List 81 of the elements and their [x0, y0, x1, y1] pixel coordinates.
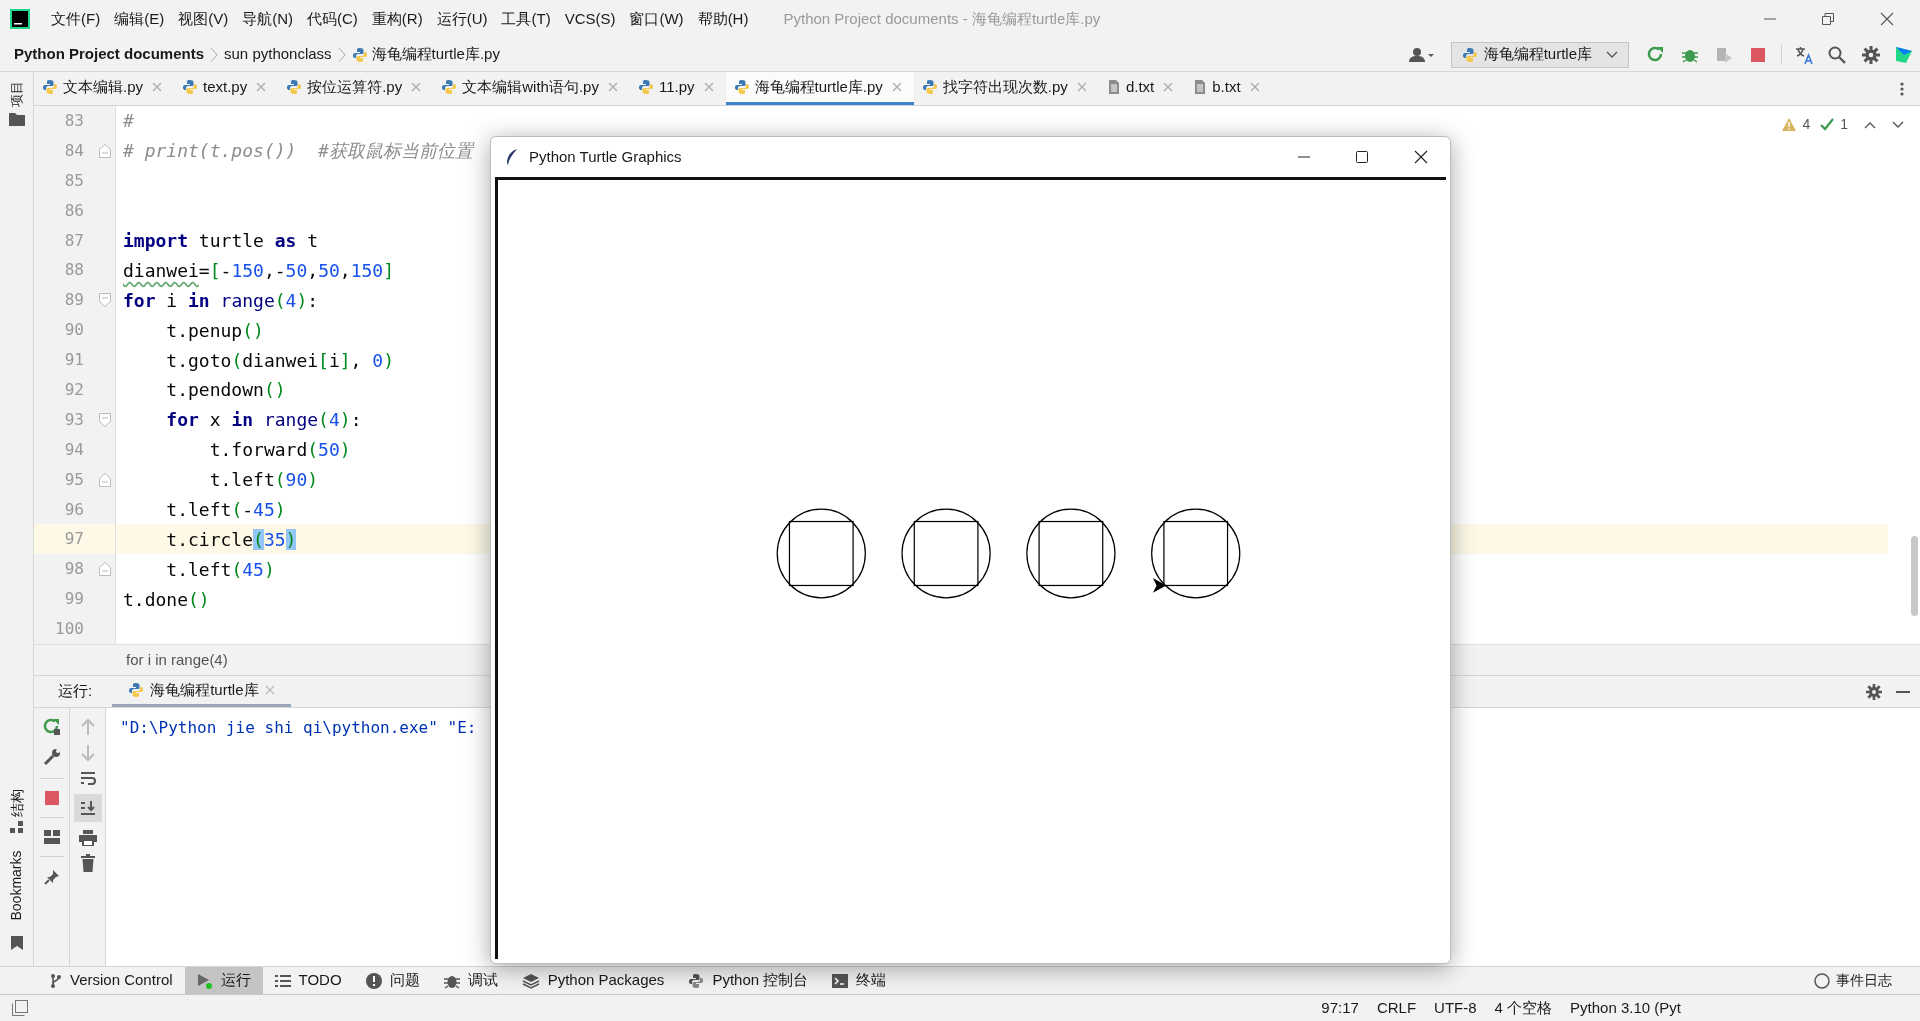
menu-item[interactable]: 编辑(E): [107, 7, 172, 31]
line-number: 84: [63, 139, 84, 162]
code-line: t.done(): [123, 587, 210, 612]
menu-item[interactable]: 运行(U): [429, 7, 495, 31]
code-line: for x in range(4):: [165, 408, 362, 433]
tool-window-button[interactable]: 调试: [431, 967, 510, 994]
passed-count[interactable]: 1: [1840, 114, 1848, 135]
code-line: t.left(45): [165, 557, 275, 582]
code-line: t.goto(dianwei[i], 0): [165, 348, 394, 373]
line-number: 97: [63, 528, 84, 551]
menu-item[interactable]: VCS(S): [557, 7, 623, 31]
line-number: 86: [63, 199, 84, 222]
menu-item[interactable]: 代码(C): [300, 7, 365, 31]
line-number: 99: [63, 588, 84, 611]
code-line: t.circle(35): [165, 527, 297, 552]
code-breadcrumb[interactable]: for i in range(4): [126, 648, 228, 672]
breadcrumb-item[interactable]: 海龟编程turtle库.py: [371, 43, 500, 66]
status-item[interactable]: CRLF: [1367, 996, 1426, 1020]
editor-tab[interactable]: 文本编辑.py: [34, 72, 174, 105]
editor-tab[interactable]: 按位运算符.py: [278, 72, 434, 105]
menu-item[interactable]: 重构(R): [364, 7, 430, 31]
editor-tab[interactable]: 11.py: [629, 72, 726, 105]
line-number: 83: [63, 109, 84, 132]
line-number: 94: [63, 438, 84, 461]
warning-count[interactable]: 4: [1802, 114, 1811, 135]
code-line: t.forward(50): [208, 438, 351, 463]
code-comment: #: [123, 109, 134, 134]
code-comment: # print(t.pos()) #获取鼠标当前位置: [123, 139, 473, 164]
tool-window-button[interactable]: TODO: [262, 967, 354, 994]
tool-window-button[interactable]: Python 控制台: [676, 967, 821, 994]
editor-tab[interactable]: 海龟编程turtle库.py: [725, 72, 914, 105]
tool-window-button[interactable]: Version Control: [38, 967, 185, 994]
window-title: Python Turtle Graphics: [529, 146, 683, 167]
code-line: for i in range(4):: [123, 288, 319, 313]
line-number: 89: [63, 289, 84, 312]
code-line: t.left(-45): [165, 498, 286, 522]
menu-item[interactable]: 导航(N): [235, 7, 300, 31]
run-configuration-dropdown[interactable]: 海龟编程turtle库: [1450, 41, 1629, 68]
code-line: dianwei=[-150,-50,50,150]: [123, 258, 394, 283]
editor-tab[interactable]: text.py: [174, 72, 279, 105]
menu-item[interactable]: 视图(V): [171, 7, 236, 31]
breadcrumb-item[interactable]: Python Project documents: [14, 43, 205, 66]
line-number: 91: [63, 349, 84, 372]
editor-tab[interactable]: 文本编辑with语句.py: [433, 72, 630, 105]
status-item[interactable]: UTF-8: [1425, 996, 1486, 1020]
breadcrumb-item[interactable]: sun pythonclass: [224, 43, 332, 66]
status-item[interactable]: Python 3.10 (Pyt: [1561, 996, 1690, 1020]
code-line: t.pendown(): [165, 378, 286, 403]
menu-item[interactable]: 窗口(W): [622, 7, 691, 31]
code-line: import turtle as t: [123, 229, 319, 253]
panel-title: 运行:: [58, 681, 93, 702]
console-output: "D:\Python jie shi qi\python.exe" "E:: [120, 718, 477, 737]
line-number: 100: [54, 618, 84, 641]
line-number: 93: [63, 408, 84, 431]
menu-item[interactable]: 工具(T): [494, 7, 558, 31]
line-number: 87: [63, 229, 84, 252]
menu-item[interactable]: 帮助(H): [690, 7, 756, 31]
tool-window-tab[interactable]: 项目: [6, 81, 27, 107]
menu-item[interactable]: 文件(F): [44, 7, 108, 31]
editor-tab[interactable]: 找字符出现次数.py: [913, 72, 1099, 105]
window-title: Python Project documents - 海龟编程turtle库.py: [783, 8, 1102, 29]
tool-window-button[interactable]: 终端: [820, 967, 899, 994]
line-number: 85: [63, 169, 84, 192]
code-line: t.penup(): [165, 318, 264, 343]
editor-tab[interactable]: b.txt: [1185, 72, 1272, 105]
line-number: 95: [63, 468, 84, 491]
editor-tab[interactable]: d.txt: [1098, 72, 1186, 105]
line-number: 90: [63, 319, 84, 342]
line-number: 98: [63, 558, 84, 581]
tool-window-tab[interactable]: 结构: [6, 788, 27, 816]
status-item[interactable]: 97:17: [1312, 996, 1368, 1020]
line-number: 88: [63, 259, 84, 282]
event-log-button[interactable]: 事件日志: [1814, 967, 1920, 994]
status-item[interactable]: 4 个空格: [1485, 996, 1562, 1020]
tool-window-tab[interactable]: Bookmarks: [6, 850, 27, 921]
line-number: 96: [63, 498, 84, 521]
code-line: t.left(90): [208, 468, 319, 493]
line-number: 92: [63, 378, 84, 401]
tool-window-button[interactable]: Python Packages: [509, 967, 677, 994]
tool-window-button[interactable]: 运行: [184, 967, 263, 994]
tool-window-button[interactable]: 问题: [353, 967, 432, 994]
